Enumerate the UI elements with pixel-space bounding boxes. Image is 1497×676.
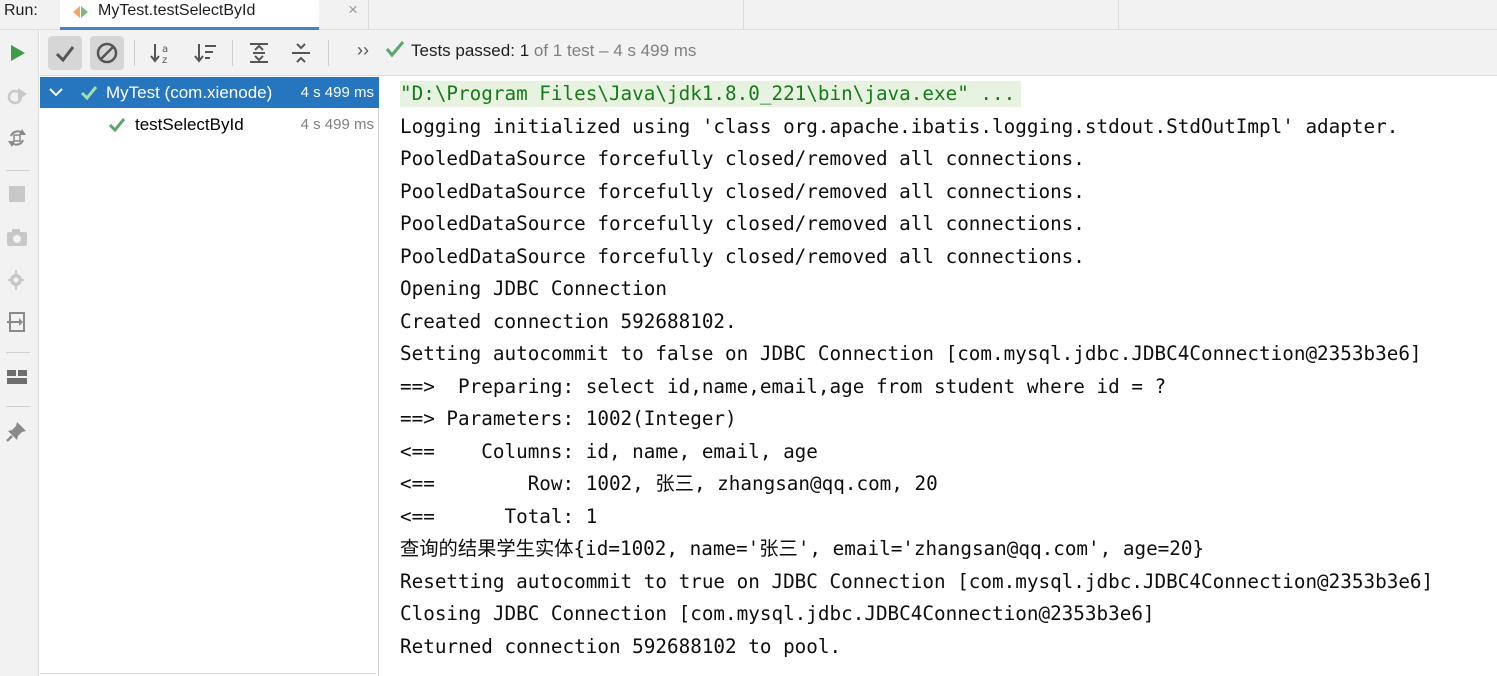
status-passed-count: 1 xyxy=(519,41,530,60)
console-line: PooledDataSource forcefully closed/remov… xyxy=(400,180,1085,203)
suite-duration: 4 s 499 ms xyxy=(300,84,374,101)
console-line: ==> Parameters: 1002(Integer) xyxy=(400,407,737,430)
debug-gear-icon[interactable] xyxy=(5,267,29,291)
tree-scroll-edge xyxy=(40,673,376,674)
console-line: ==> Preparing: select id,name,email,age … xyxy=(400,375,1167,398)
console-line: Closing JDBC Connection [com.mysql.jdbc.… xyxy=(400,602,1155,625)
check-icon xyxy=(55,46,75,63)
tree-item-suite[interactable]: MyTest (com.xienode) 4 s 499 ms xyxy=(40,77,379,108)
test-status: Tests passed: 1 of 1 test – 4 s 499 ms xyxy=(385,39,696,63)
passed-check-icon xyxy=(385,39,405,65)
sort-alphabetically-button[interactable]: a z xyxy=(144,36,178,70)
layout-icon[interactable] xyxy=(5,364,29,388)
console-line: PooledDataSource forcefully closed/remov… xyxy=(400,212,1085,235)
suite-name: MyTest (com.xienode) xyxy=(106,83,273,102)
console-line: Opening JDBC Connection xyxy=(400,277,667,300)
exit-icon[interactable] xyxy=(5,310,29,334)
console-line: Resetting autocommit to true on JDBC Con… xyxy=(400,570,1434,593)
ignored-icon xyxy=(96,42,118,64)
expand-all-button[interactable] xyxy=(242,36,276,70)
console-line: PooledDataSource forcefully closed/remov… xyxy=(400,147,1085,170)
pin-icon[interactable] xyxy=(5,419,29,443)
tab-divider xyxy=(743,0,744,30)
run-tab-bar: Run: MyTest.testSelectById × xyxy=(0,0,1497,30)
sort-duration-icon xyxy=(194,44,216,63)
toolbar-separator xyxy=(328,40,329,66)
console-line: Returned connection 592688102 to pool. xyxy=(400,635,842,658)
svg-text:z: z xyxy=(162,55,167,65)
tab-mytest-testselectbyid[interactable]: MyTest.testSelectById × xyxy=(60,0,358,30)
sort-alpha-icon: a z xyxy=(150,44,168,65)
console-line-command[interactable]: "D:\Program Files\Java\jdk1.8.0_221\bin\… xyxy=(400,81,1022,107)
tree-item-test[interactable]: testSelectById 4 s 499 ms xyxy=(40,109,379,140)
console-line: <== Columns: id, name, email, age xyxy=(400,440,818,463)
show-passed-button[interactable] xyxy=(48,36,82,70)
chevron-down-icon[interactable] xyxy=(48,82,64,107)
passed-check-icon xyxy=(80,84,98,107)
console-line: PooledDataSource forcefully closed/remov… xyxy=(400,245,1085,268)
status-passed-label: Tests passed: xyxy=(411,41,515,60)
expand-all-icon xyxy=(250,43,268,63)
collapse-all-button[interactable] xyxy=(284,36,318,70)
toolbar-separator xyxy=(6,406,30,407)
status-summary: of 1 test – 4 s 499 ms xyxy=(533,41,697,60)
console-line: 查询的结果学生实体{id=1002, name='张三', email='zha… xyxy=(400,537,1205,560)
tab-divider xyxy=(368,0,369,30)
console-line: Logging initialized using 'class org.apa… xyxy=(400,115,1399,138)
test-runner-toolbar: a z ›› Tests passed: 1 of 1 test – 4 s 4… xyxy=(40,30,1497,76)
toolbar-separator xyxy=(6,352,30,353)
console-line: <== Row: 1002, 张三, zhangsan@qq.com, 20 xyxy=(400,472,938,495)
show-ignored-button[interactable] xyxy=(90,36,124,70)
console-output[interactable]: "D:\Program Files\Java\jdk1.8.0_221\bin\… xyxy=(380,77,1497,676)
console-line: <== Total: 1 xyxy=(400,505,598,528)
console-line: Setting autocommit to false on JDBC Conn… xyxy=(400,342,1422,365)
toolbar-separator xyxy=(232,40,233,66)
toolbar-separator xyxy=(134,40,135,66)
tab-divider xyxy=(1118,0,1119,30)
camera-icon[interactable] xyxy=(5,225,29,249)
test-results-tree: MyTest (com.xienode) 4 s 499 ms testSele… xyxy=(40,77,379,676)
stop-icon[interactable] xyxy=(5,182,29,206)
run-label: Run: xyxy=(4,2,38,19)
more-actions-icon[interactable]: ›› xyxy=(357,40,369,61)
sort-by-duration-button[interactable] xyxy=(188,36,222,70)
passed-check-icon xyxy=(108,116,126,139)
tab-title: MyTest.testSelectById xyxy=(98,2,256,19)
rerun-icon[interactable] xyxy=(5,41,29,65)
test-duration: 4 s 499 ms xyxy=(300,116,374,133)
junit-test-icon xyxy=(71,2,91,22)
toolbar-separator xyxy=(6,170,30,171)
rerun-failed-tests-icon[interactable] xyxy=(5,84,29,108)
close-icon[interactable]: × xyxy=(348,0,358,20)
console-line: Created connection 592688102. xyxy=(400,310,737,333)
svg-text:a: a xyxy=(162,44,168,55)
toggle-auto-test-icon[interactable] xyxy=(5,126,29,150)
run-side-toolbar xyxy=(0,30,39,676)
test-name: testSelectById xyxy=(135,115,244,134)
collapse-all-icon xyxy=(292,43,310,63)
